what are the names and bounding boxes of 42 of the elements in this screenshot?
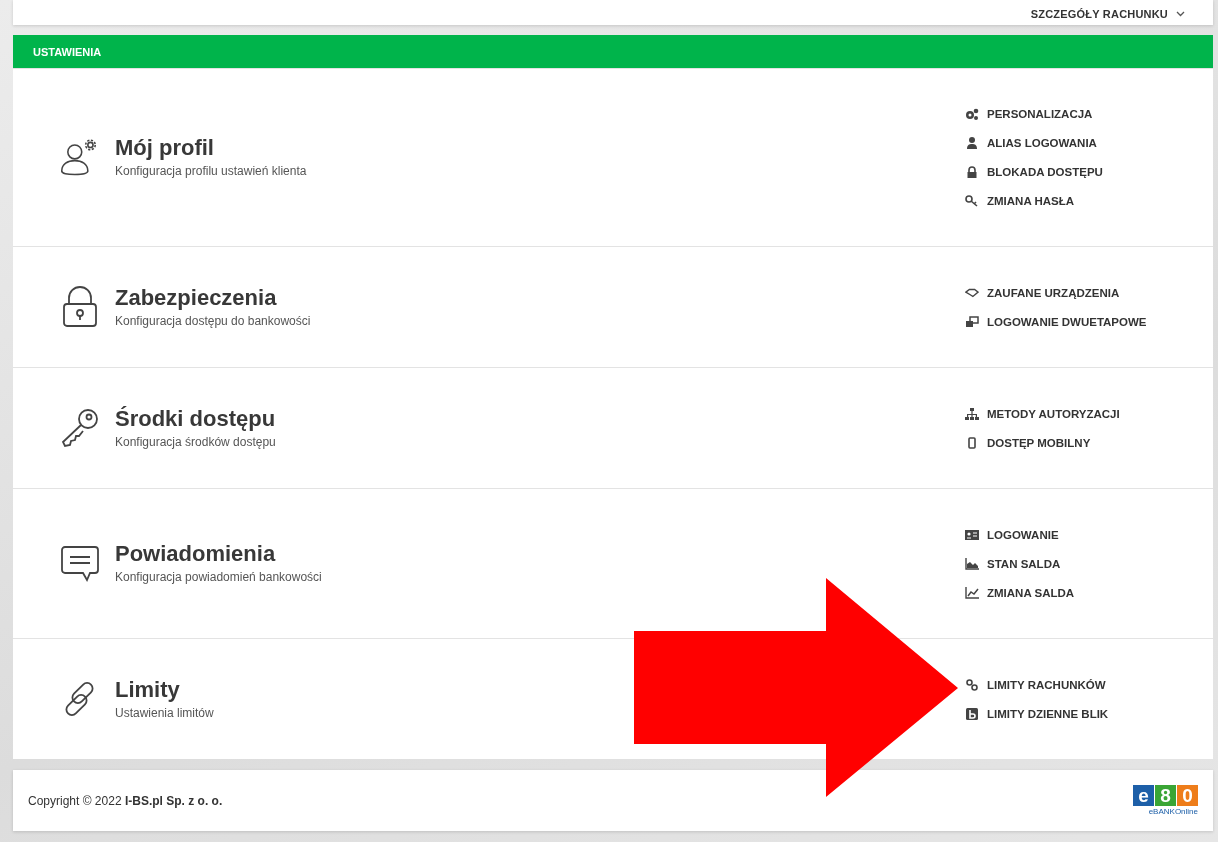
windows-icon [965,315,979,328]
account-dropdown[interactable]: SZCZEGÓŁY RACHUNKU [1030,8,1185,25]
settings-link[interactable]: ALIAS LOGOWANIA [965,134,1213,152]
section-title[interactable]: Limity [115,676,965,703]
line-chart-icon [965,586,979,599]
settings-link[interactable]: DOSTĘP MOBILNY [965,434,1213,451]
gears-icon [965,108,979,120]
user-icon [965,137,979,149]
settings-link[interactable]: ZAUFANE URZĄDZENIA [965,284,1213,301]
settings-link[interactable]: BLOKADA DOSTĘPU [965,163,1213,181]
settings-link[interactable]: PERSONALIZACJA [965,105,1213,123]
id-card-icon [965,528,979,541]
sitemap-icon [965,407,979,420]
section-subtitle: Konfiguracja środków dostępu [115,434,277,449]
section-subtitle: Konfiguracja dostępu do bankowości [115,313,312,328]
settings-link[interactable]: ZMIANA HASŁA [965,192,1213,210]
settings-link[interactable]: LIMITY DZIENNE BLIK [965,705,1213,722]
settings-link[interactable]: LOGOWANIE [965,526,1213,543]
phone-icon [965,436,979,449]
area-chart-icon [965,557,979,570]
lock-icon [60,285,100,329]
settings-link[interactable]: STAN SALDA [965,555,1213,572]
section-subtitle: Ustawienia limitów [115,705,215,720]
blik-icon [965,707,979,720]
link-icon [965,678,979,691]
lock-icon [965,166,979,178]
section-title[interactable]: Środki dostępu [115,405,965,432]
key-icon [60,406,100,450]
settings-link[interactable]: LOGOWANIE DWUETAPOWE [965,313,1213,330]
section-title[interactable]: Powiadomienia [115,541,965,567]
section-subtitle: Konfiguracja profilu ustawień klienta [115,164,308,178]
section-subtitle: Konfiguracja powiadomień bankowości [115,570,323,584]
copyright-text: Copyright © 2022 I-BS.pl Sp. z o. o. [28,793,223,808]
settings-link[interactable]: METODY AUTORYZACJI [965,405,1213,422]
section-title[interactable]: Zabezpieczenia [115,284,965,311]
settings-link[interactable]: LIMITY RACHUNKÓW [965,676,1213,693]
section-title[interactable]: Mój profil [115,135,965,161]
panel-title: USTAWIENIA [33,45,102,58]
chevron-icon [1176,11,1185,17]
key-icon [965,195,979,207]
settings-link[interactable]: ZMIANA SALDA [965,584,1213,601]
ebank-logo: e 8 0 eBANKOnline [1133,785,1198,816]
